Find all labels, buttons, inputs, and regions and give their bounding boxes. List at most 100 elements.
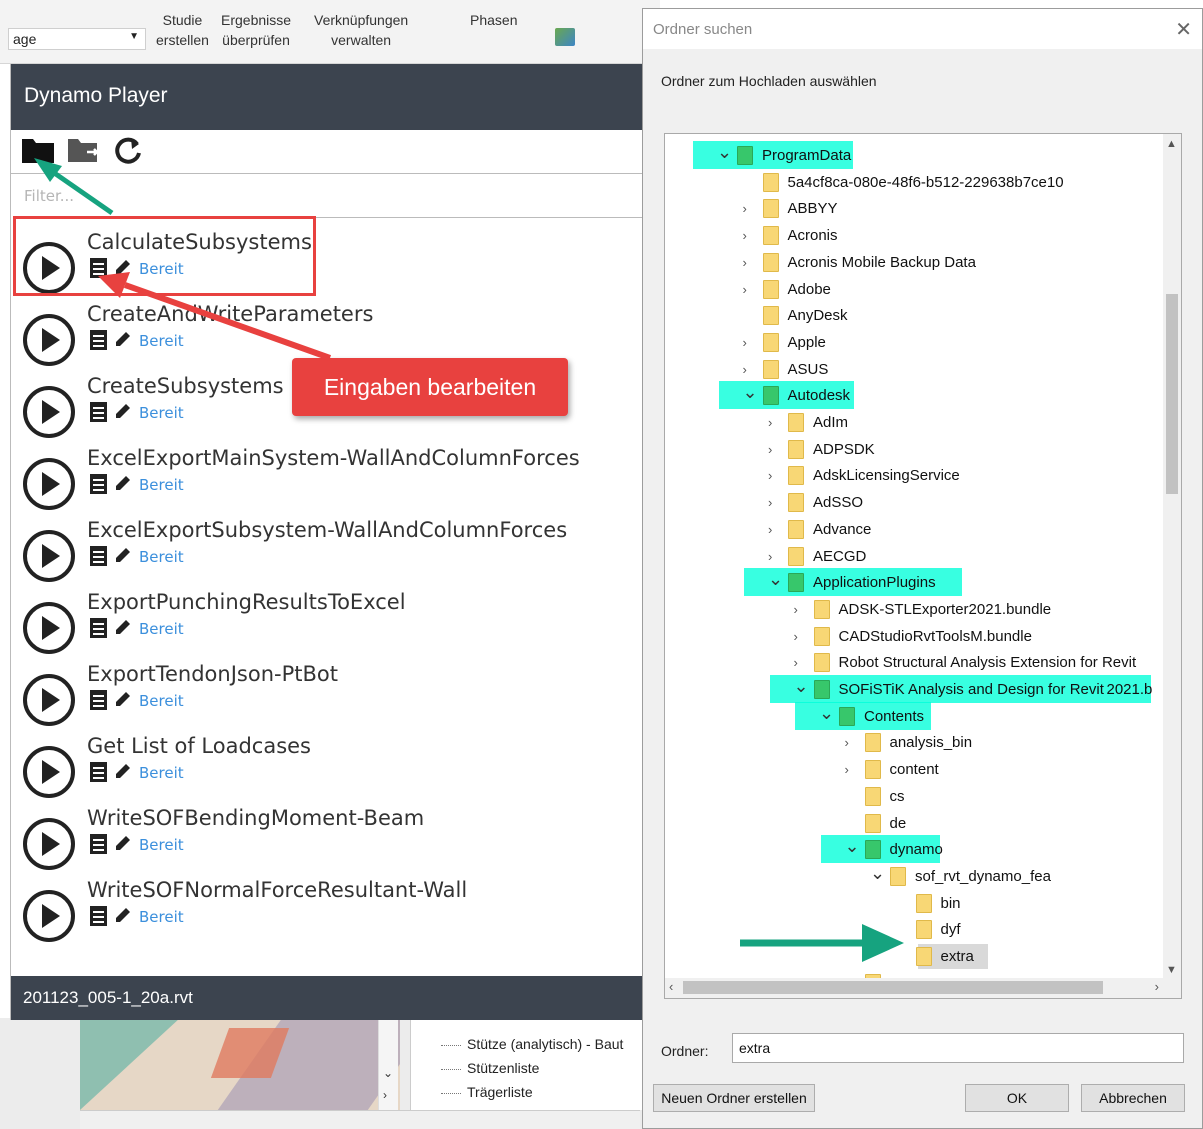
- ribbon-tool-icon[interactable]: [555, 28, 575, 46]
- chevron-down-icon[interactable]: ⌄: [870, 863, 885, 884]
- document-icon[interactable]: [89, 689, 109, 711]
- tree-node[interactable]: bin: [665, 892, 1165, 916]
- revit-3d-view[interactable]: [80, 1018, 400, 1110]
- browser-item[interactable]: Trägerliste: [467, 1084, 533, 1100]
- play-icon[interactable]: [21, 528, 77, 584]
- chevron-down-icon[interactable]: ▼: [1166, 964, 1177, 976]
- edit-pencil-icon[interactable]: [113, 689, 133, 709]
- close-icon[interactable]: ✕: [1175, 17, 1192, 42]
- edit-pencil-icon[interactable]: [113, 617, 133, 637]
- chevron-right-icon[interactable]: ›: [743, 201, 757, 216]
- chevron-right-icon[interactable]: ›: [794, 629, 808, 644]
- chevron-right-icon[interactable]: ›: [794, 602, 808, 617]
- tree-node[interactable]: › ADSK-STLExporter2021.bundle: [665, 598, 1165, 622]
- tree-node[interactable]: cs: [665, 785, 1165, 809]
- play-icon[interactable]: [21, 456, 77, 512]
- document-icon[interactable]: [89, 401, 109, 423]
- tree-node[interactable]: › ADPSDK: [665, 438, 1165, 462]
- chevron-right-icon[interactable]: ›: [768, 415, 782, 430]
- chevron-right-icon[interactable]: ›: [768, 468, 782, 483]
- tree-node[interactable]: › analysis_bin: [665, 731, 1165, 755]
- chevron-right-icon[interactable]: ›: [794, 655, 808, 670]
- open-folder-icon[interactable]: [21, 136, 55, 164]
- document-icon[interactable]: [89, 329, 109, 351]
- play-icon[interactable]: [21, 672, 77, 728]
- chevron-right-icon[interactable]: ›: [768, 442, 782, 457]
- tree-node[interactable]: ⌄ Contents: [665, 701, 1165, 730]
- script-item[interactable]: Get List of Loadcases Bereit: [11, 734, 643, 806]
- chevron-right-icon[interactable]: ›: [768, 549, 782, 564]
- ribbon-button-ergebnisse[interactable]: Ergebnisse überprüfen: [221, 10, 291, 50]
- tree-node[interactable]: › AECGD: [665, 545, 1165, 569]
- chevron-down-icon[interactable]: ⌄: [743, 382, 758, 403]
- tree-node[interactable]: › AdskLicensingService: [665, 464, 1165, 488]
- ribbon-button-phasen[interactable]: Phasen: [470, 10, 517, 30]
- edit-pencil-icon[interactable]: [113, 905, 133, 925]
- tree-node[interactable]: › AdIm: [665, 411, 1165, 435]
- tree-node[interactable]: › AdSSO: [665, 491, 1165, 515]
- browser-item[interactable]: Stützenliste: [467, 1060, 539, 1076]
- chevron-right-icon[interactable]: ›: [1155, 979, 1159, 994]
- horizontal-scrollbar[interactable]: ‹ ›: [665, 978, 1181, 998]
- browser-item[interactable]: Stütze (analytisch) - Baut: [467, 1036, 623, 1052]
- export-folder-icon[interactable]: [67, 136, 103, 166]
- tree-node[interactable]: extra: [665, 944, 1165, 969]
- chevron-right-icon[interactable]: ›: [845, 735, 859, 750]
- script-item[interactable]: WriteSOFNormalForceResultant-Wall Bereit: [11, 878, 643, 950]
- edit-pencil-icon[interactable]: [113, 833, 133, 853]
- chevron-right-icon[interactable]: ›: [743, 362, 757, 377]
- play-icon[interactable]: [21, 600, 77, 656]
- chevron-down-icon[interactable]: ⌄: [768, 569, 783, 590]
- chevron-right-icon[interactable]: ›: [845, 762, 859, 777]
- play-icon[interactable]: [21, 312, 77, 368]
- ribbon-button-verknuepfungen[interactable]: Verknüpfungen verwalten: [314, 10, 408, 50]
- cancel-button[interactable]: Abbrechen: [1081, 1084, 1185, 1112]
- edit-pencil-icon[interactable]: [113, 545, 133, 565]
- document-icon[interactable]: [89, 761, 109, 783]
- play-icon[interactable]: [21, 816, 77, 872]
- document-icon[interactable]: [89, 545, 109, 567]
- scrollbar-thumb[interactable]: [1166, 294, 1178, 494]
- chevron-right-icon[interactable]: ›: [768, 522, 782, 537]
- chevron-down-icon[interactable]: ⌄: [717, 142, 732, 163]
- tree-node[interactable]: 5a4cf8ca-080e-48f6-b512-229638b7ce10: [665, 171, 1165, 195]
- chevron-right-icon[interactable]: ›: [743, 228, 757, 243]
- tree-node[interactable]: › Acronis: [665, 224, 1165, 248]
- script-item[interactable]: ExportTendonJson-PtBot Bereit: [11, 662, 643, 734]
- refresh-icon[interactable]: [111, 134, 145, 168]
- tree-node[interactable]: ⌄ ApplicationPlugins: [665, 568, 1165, 597]
- chevron-right-icon[interactable]: ›: [743, 282, 757, 297]
- folder-tree[interactable]: ⌄ ProgramData 5a4cf8ca-080e-48f6-b512-2296…: [664, 133, 1182, 999]
- chevron-right-icon[interactable]: ›: [768, 495, 782, 510]
- tree-node[interactable]: › content: [665, 758, 1165, 782]
- tree-node[interactable]: ⌄ SOFiSTiK Analysis and Design for Revit 2…: [665, 675, 1165, 703]
- ok-button[interactable]: OK: [965, 1084, 1069, 1112]
- play-icon[interactable]: [21, 384, 77, 440]
- new-folder-button[interactable]: Neuen Ordner erstellen: [653, 1084, 815, 1112]
- tree-node[interactable]: de: [665, 812, 1165, 836]
- tree-node[interactable]: dyf: [665, 918, 1165, 942]
- play-icon[interactable]: [21, 744, 77, 800]
- play-icon[interactable]: [21, 888, 77, 944]
- tree-node[interactable]: ⌄ dynamo: [665, 835, 1165, 864]
- tree-node[interactable]: AnyDesk: [665, 304, 1165, 328]
- chevron-right-icon[interactable]: ›: [743, 255, 757, 270]
- folder-input[interactable]: [732, 1033, 1184, 1063]
- script-item[interactable]: ExcelExportMainSystem-WallAndColumnForce…: [11, 446, 643, 518]
- tree-node[interactable]: ⌄ Autodesk: [665, 381, 1165, 410]
- tree-node[interactable]: › CADStudioRvtToolsM.bundle: [665, 625, 1165, 649]
- edit-pencil-icon[interactable]: [113, 473, 133, 493]
- tree-node[interactable]: › ABBYY: [665, 197, 1165, 221]
- scrollbar-thumb[interactable]: [683, 981, 1103, 994]
- tree-node[interactable]: › ASUS: [665, 358, 1165, 382]
- edit-pencil-icon[interactable]: [113, 401, 133, 421]
- script-item[interactable]: ExportPunchingResultsToExcel Bereit: [11, 590, 643, 662]
- script-item[interactable]: WriteSOFBendingMoment-Beam Bereit: [11, 806, 643, 878]
- document-icon[interactable]: [89, 473, 109, 495]
- chevron-down-icon[interactable]: ⌄: [845, 836, 860, 857]
- edit-pencil-icon[interactable]: [113, 761, 133, 781]
- vertical-scrollbar[interactable]: ▲ ▼: [1163, 134, 1181, 980]
- tree-node[interactable]: › Apple: [665, 331, 1165, 355]
- tree-node[interactable]: › Adobe: [665, 278, 1165, 302]
- tree-node[interactable]: › Robot Structural Analysis Extension for…: [665, 651, 1165, 675]
